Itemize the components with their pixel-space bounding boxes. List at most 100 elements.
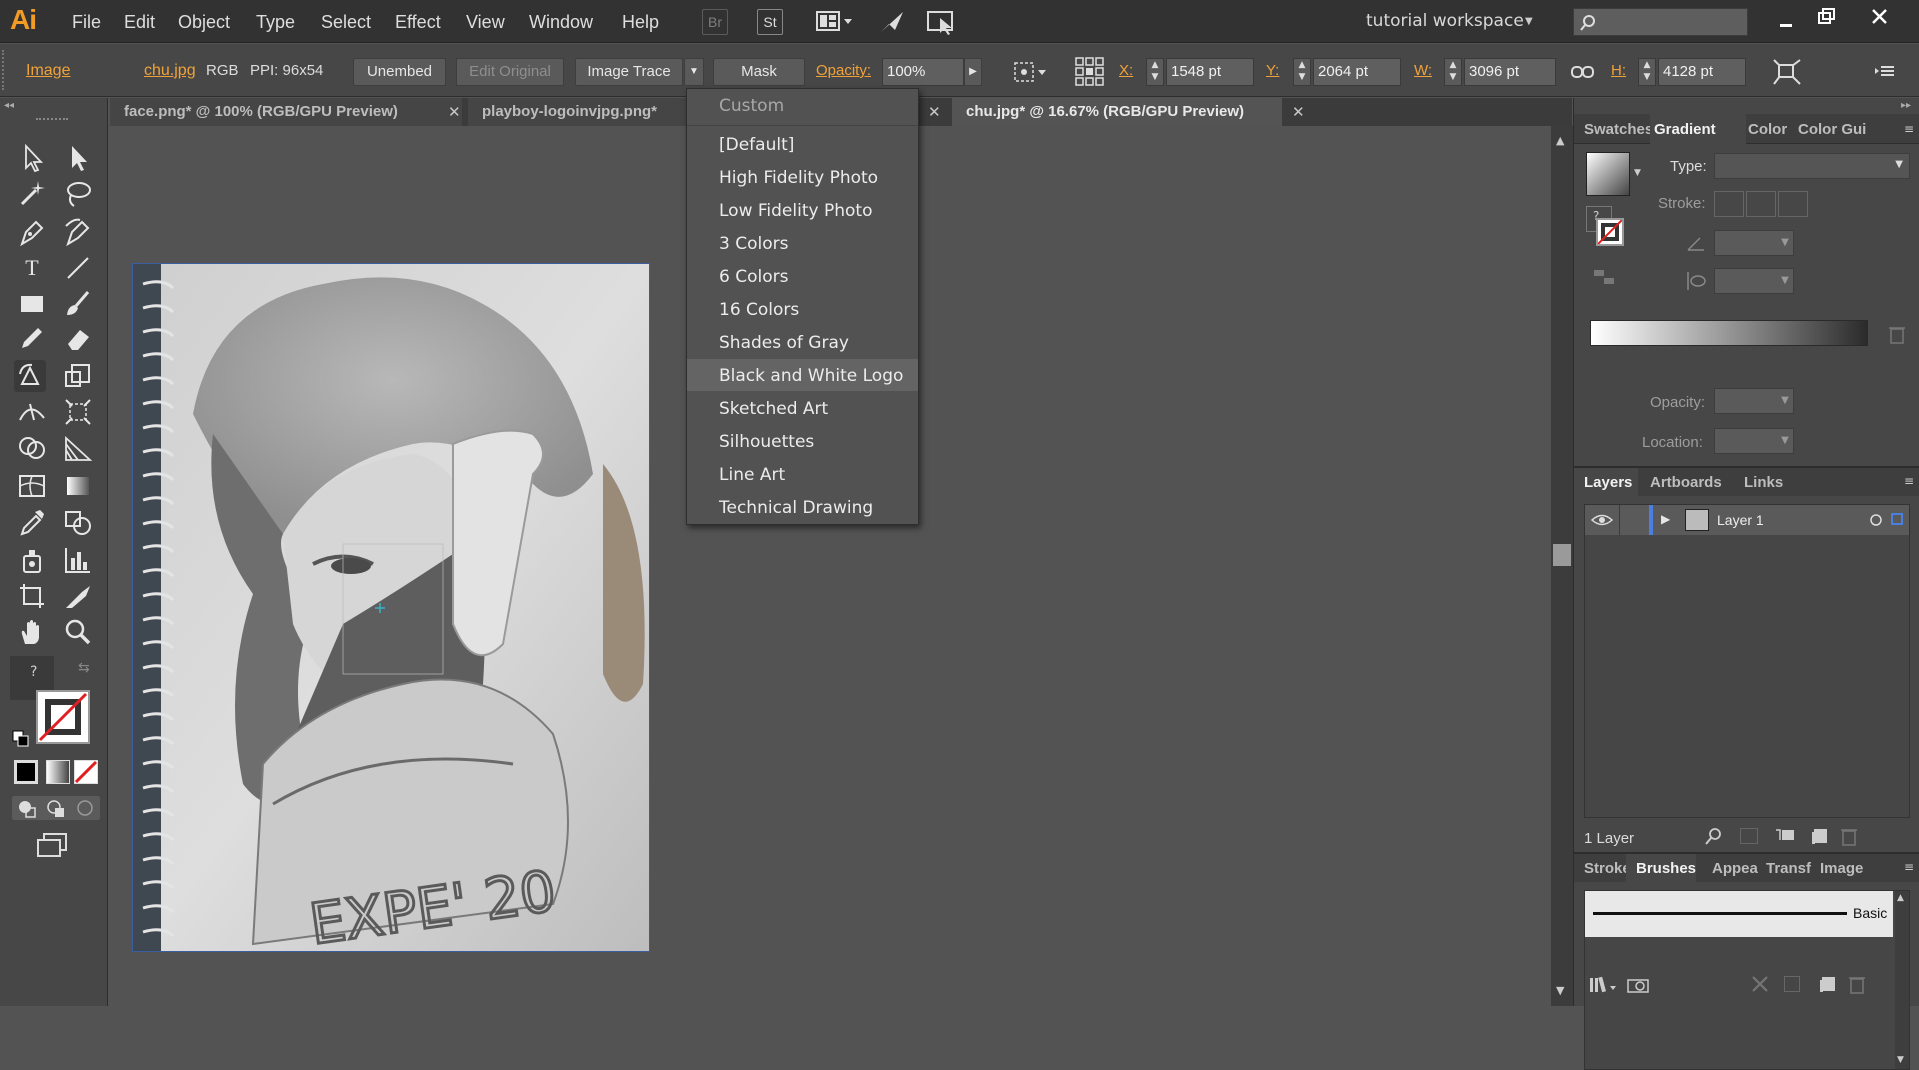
- new-sublayer-icon[interactable]: [1774, 826, 1798, 846]
- delete-layer-icon[interactable]: [1840, 826, 1858, 846]
- chevron-down-icon[interactable]: ▼: [1776, 230, 1794, 256]
- scroll-down-icon[interactable]: ▼: [1897, 1055, 1904, 1065]
- vertical-scrollbar[interactable]: ▲ ▼: [1551, 126, 1573, 1006]
- stroke-swatch[interactable]: [36, 690, 90, 744]
- preset-high-fidelity-photo[interactable]: High Fidelity Photo: [719, 164, 878, 192]
- free-transform-tool-icon[interactable]: [62, 396, 94, 428]
- panel-menu-icon[interactable]: [1874, 62, 1896, 80]
- symbol-sprayer-tool-icon[interactable]: [16, 544, 48, 576]
- menu-view[interactable]: View: [466, 12, 505, 33]
- brushes-scrollbar[interactable]: ▲ ▼: [1895, 891, 1909, 1069]
- lasso-tool-icon[interactable]: [62, 178, 94, 210]
- arrange-documents-icon[interactable]: [816, 10, 858, 34]
- constrain-proportions-icon[interactable]: [1570, 60, 1596, 84]
- chevron-down-icon[interactable]: ▼: [1525, 16, 1533, 27]
- perspective-grid-tool-icon[interactable]: [62, 432, 94, 464]
- column-graph-tool-icon[interactable]: [62, 544, 94, 576]
- opacity-label[interactable]: Opacity:: [816, 62, 871, 79]
- h-field[interactable]: 4128 pt: [1658, 58, 1746, 86]
- unembed-button[interactable]: Unembed: [353, 58, 446, 86]
- gradient-stroke-toggle[interactable]: [1596, 218, 1624, 246]
- close-icon[interactable]: ✕: [448, 98, 461, 126]
- panel-menu-icon[interactable]: ≡: [1904, 474, 1914, 488]
- chevron-down-icon[interactable]: ▼: [1776, 268, 1794, 294]
- zoom-tool-icon[interactable]: [62, 616, 94, 648]
- transform-icon[interactable]: [1772, 58, 1802, 86]
- stroke-along-icon[interactable]: [1746, 191, 1776, 217]
- expand-arrow-icon[interactable]: ▶: [1661, 512, 1670, 526]
- chevron-down-icon[interactable]: ▼: [1634, 168, 1641, 178]
- y-stepper[interactable]: ▲ ▼: [1293, 58, 1311, 86]
- make-clipping-mask-icon[interactable]: [1740, 828, 1758, 844]
- preset-shades-of-gray[interactable]: Shades of Gray: [719, 329, 849, 357]
- preset-sketched-art[interactable]: Sketched Art: [719, 395, 828, 423]
- slice-tool-icon[interactable]: [62, 580, 94, 612]
- tab-appearance[interactable]: Appea: [1712, 860, 1758, 877]
- preset-6-colors[interactable]: 6 Colors: [719, 263, 788, 291]
- brush-options-icon[interactable]: [1784, 976, 1800, 992]
- brush-libraries-icon[interactable]: [1588, 974, 1618, 994]
- tab-color-guide[interactable]: Color Gui: [1798, 121, 1866, 138]
- x-field[interactable]: 1548 pt: [1166, 58, 1254, 86]
- libraries-panel-icon[interactable]: [1626, 974, 1652, 994]
- collapse-panel-icon[interactable]: ◂◂: [4, 100, 14, 111]
- scrollbar-thumb[interactable]: [1553, 544, 1571, 566]
- tab-links[interactable]: Links: [1744, 474, 1783, 491]
- line-segment-tool-icon[interactable]: [62, 252, 94, 284]
- gpu-performance-icon[interactable]: [877, 8, 907, 36]
- menu-effect[interactable]: Effect: [395, 12, 441, 33]
- pen-tool-icon[interactable]: [16, 216, 48, 248]
- linked-file-link[interactable]: chu.jpg: [144, 62, 196, 80]
- screen-mode-icon[interactable]: [36, 832, 68, 858]
- y-field[interactable]: 2064 pt: [1313, 58, 1401, 86]
- tab-gradient[interactable]: Gradient: [1654, 121, 1716, 138]
- new-brush-icon[interactable]: [1818, 974, 1838, 994]
- tab-color[interactable]: Color: [1748, 121, 1787, 138]
- collapse-dock-icon[interactable]: ▸▸: [1901, 100, 1911, 111]
- blend-tool-icon[interactable]: [62, 506, 94, 538]
- remove-brush-stroke-icon[interactable]: [1750, 974, 1770, 994]
- brush-basic-row[interactable]: Basic: [1585, 891, 1893, 937]
- stroke-across-icon[interactable]: [1778, 191, 1808, 217]
- tab-swatches[interactable]: Swatches: [1584, 121, 1653, 138]
- scale-tool-icon[interactable]: [62, 360, 94, 392]
- recolor-artwork-icon[interactable]: [1012, 58, 1050, 86]
- trace-presets-dropdown[interactable]: ▼: [684, 58, 704, 86]
- type-tool-icon[interactable]: T: [16, 252, 48, 284]
- tab-image-trace[interactable]: Image: [1820, 860, 1863, 877]
- menu-window[interactable]: Window: [529, 12, 593, 33]
- tab-stroke[interactable]: Stroke: [1584, 860, 1631, 877]
- rectangle-tool-icon[interactable]: [16, 288, 48, 320]
- reference-point-icon[interactable]: [1074, 56, 1106, 88]
- tab-brushes[interactable]: Brushes: [1636, 860, 1696, 877]
- magic-wand-tool-icon[interactable]: [16, 178, 48, 210]
- default-fill-stroke-icon[interactable]: [12, 730, 30, 748]
- mask-button[interactable]: Mask: [713, 58, 805, 86]
- paintbrush-tool-icon[interactable]: [62, 288, 94, 320]
- menu-object[interactable]: Object: [178, 12, 230, 33]
- toolbar-grip[interactable]: [36, 118, 68, 121]
- gradient-mode-icon[interactable]: [46, 760, 70, 784]
- restore-button[interactable]: [1812, 6, 1840, 30]
- menu-type[interactable]: Type: [256, 12, 295, 33]
- swap-fill-stroke-icon[interactable]: ⇆: [78, 660, 90, 676]
- minimize-button[interactable]: [1772, 10, 1800, 34]
- image-trace-button[interactable]: Image Trace: [575, 58, 683, 86]
- target-icon[interactable]: [1869, 513, 1883, 527]
- locate-object-icon[interactable]: [1704, 826, 1724, 846]
- shape-builder-tool-icon[interactable]: [16, 432, 48, 464]
- none-mode-icon[interactable]: [74, 760, 98, 784]
- preset-silhouettes[interactable]: Silhouettes: [719, 428, 814, 456]
- eye-icon[interactable]: [1591, 511, 1613, 529]
- artboard-tool-icon[interactable]: [16, 580, 48, 612]
- search-input[interactable]: [1573, 8, 1748, 36]
- w-field[interactable]: 3096 pt: [1464, 58, 1556, 86]
- bridge-button[interactable]: Br: [702, 9, 728, 35]
- color-mode-icon[interactable]: [14, 760, 38, 784]
- tab-transform[interactable]: Transf: [1766, 860, 1811, 877]
- panel-menu-icon[interactable]: ≡: [1904, 122, 1914, 136]
- direct-selection-tool-icon[interactable]: [62, 142, 94, 174]
- mesh-tool-icon[interactable]: [16, 470, 48, 502]
- delete-brush-icon[interactable]: [1848, 974, 1866, 994]
- tab-artboards[interactable]: Artboards: [1650, 474, 1722, 491]
